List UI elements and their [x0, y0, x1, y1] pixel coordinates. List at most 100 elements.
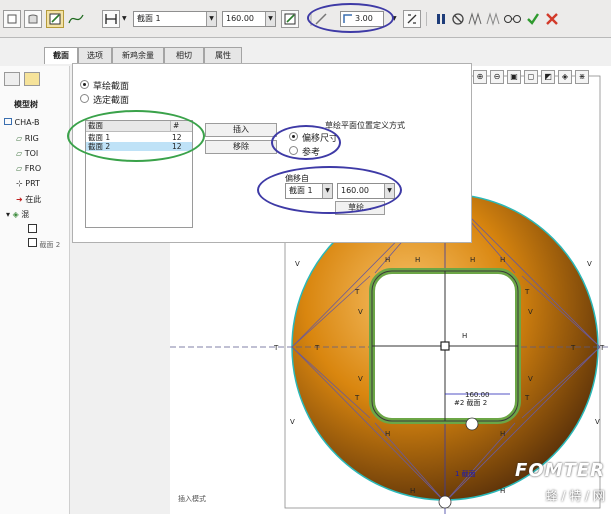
radio-selected-section[interactable] — [80, 94, 89, 103]
tree-item-label: PRT — [25, 179, 40, 188]
section-panel: 草绘截面 选定截面 截面 # 截面 1 12 截面 2 12 插入 移除 草绘平… — [67, 63, 472, 243]
sketch-icon[interactable] — [46, 10, 64, 28]
constraint-h-label: H — [415, 256, 420, 264]
tree-item-label: 截面 2 — [39, 241, 61, 249]
section-label-2: 1 截面 — [455, 469, 476, 478]
datum-display-icon[interactable]: ⋇ — [575, 70, 589, 84]
tree-item-sketch-2[interactable]: 截面 2 — [28, 238, 60, 250]
constraint-h-label: H — [500, 487, 505, 495]
tree-item-root[interactable]: CHA-B — [4, 118, 40, 127]
model-tree-panel: 模型树 CHA-B ▱ RIG ▱ TOI ▱ FRO ⊹ PRT ➜ 在此 ▾… — [0, 66, 70, 514]
constraint-t-label: T — [524, 394, 530, 402]
watermark-brand: FOMTER — [515, 460, 605, 481]
tree-item-front[interactable]: ▱ FRO — [16, 164, 41, 173]
layer-icon[interactable] — [24, 72, 40, 86]
radio-sketched-label: 草绘截面 — [93, 82, 130, 92]
zoom-in-icon[interactable]: ⊕ — [473, 70, 487, 84]
constraint-h-label: H — [385, 256, 390, 264]
verify-icon[interactable] — [484, 10, 502, 28]
repaint-icon[interactable]: ◻ — [524, 70, 538, 84]
saved-views-icon[interactable]: ◩ — [541, 70, 555, 84]
constraint-v-label: V — [295, 260, 300, 268]
constraint-v-label: V — [587, 260, 592, 268]
curve-icon[interactable] — [67, 10, 85, 28]
display-style-icon[interactable]: ◈ — [558, 70, 572, 84]
view-toolbar: ⊕ ⊖ ▣ ◻ ◩ ◈ ⋇ — [473, 70, 589, 84]
radio-selected-label: 选定截面 — [93, 96, 130, 106]
no-icon[interactable] — [449, 10, 467, 28]
constraint-h-label: H — [470, 256, 475, 264]
chevron-down-icon[interactable]: ▼ — [265, 12, 275, 26]
tab-tangency[interactable]: 相切 — [164, 47, 204, 63]
chevron-down-icon[interactable]: ▼ — [122, 15, 127, 22]
constraint-t-label: T — [354, 394, 360, 402]
drag-handle — [438, 495, 452, 509]
solid-icon[interactable] — [3, 10, 21, 28]
constraint-v-label: V — [595, 418, 600, 426]
tree-settings-icon[interactable] — [4, 72, 20, 86]
tree-item-prt-csys[interactable]: ⊹ PRT — [16, 179, 40, 188]
constraint-t-label: T — [273, 344, 279, 352]
close-icon[interactable] — [543, 10, 561, 28]
refit-icon[interactable]: ▣ — [507, 70, 521, 84]
constraint-v-label: V — [528, 308, 533, 316]
tree-item-blend[interactable]: ▾ ◈ 混 — [6, 209, 29, 220]
highlight-ellipse — [307, 3, 394, 33]
plane-method-title: 草绘平面位置定义方式 — [325, 121, 405, 130]
drag-handle — [465, 417, 479, 431]
tab-properties[interactable]: 属性 — [204, 47, 242, 63]
model-tree-title: 模型树 — [14, 100, 38, 109]
constraint-h-label: H — [410, 487, 415, 495]
tree-item-right[interactable]: ▱ RIG — [16, 134, 39, 143]
surface-icon[interactable] — [24, 10, 42, 28]
constraint-t-label: T — [599, 344, 605, 352]
constraint-v-label: V — [358, 308, 363, 316]
constraint-v-label: V — [358, 375, 363, 383]
center-point-marker — [440, 341, 450, 351]
constraint-v-label: V — [528, 375, 533, 383]
highlight-ellipse-table — [67, 110, 205, 162]
constraint-h-label: H — [500, 256, 505, 264]
constraint-h-label: H — [385, 430, 390, 438]
edit-sketch-icon[interactable] — [281, 10, 299, 28]
constraint-t-label: T — [570, 344, 576, 352]
check-icon[interactable] — [524, 10, 542, 28]
section-select[interactable]: 截面 1 ▼ — [133, 11, 217, 27]
section-label: #2 截面 2 — [454, 398, 487, 407]
tree-item-label: 混 — [21, 210, 30, 219]
value-combo[interactable]: 160.00 ▼ — [222, 11, 276, 27]
tree-item-label: CHA-B — [14, 118, 40, 127]
tab-allowance[interactable]: 新鸡余量 — [112, 47, 164, 63]
flip-icon[interactable] — [403, 10, 421, 28]
preview-icon[interactable] — [466, 10, 484, 28]
constraint-h-label: H — [500, 430, 505, 438]
watermark: FOMTER 蜂 / 特 / 网 — [515, 460, 605, 504]
tree-item-label: FRO — [24, 164, 42, 173]
highlight-ellipse-radio — [271, 125, 341, 160]
constraint-h-label: H — [462, 332, 467, 340]
tree-item-sketch-1[interactable] — [28, 224, 37, 235]
tree-item-label: TOI — [24, 149, 39, 158]
dimension-label: 160.00 — [465, 391, 490, 399]
remove-button[interactable]: 移除 — [205, 140, 277, 154]
chevron-down-icon[interactable]: ▼ — [206, 12, 216, 26]
tree-item-label: 在此 — [25, 195, 42, 204]
pause-icon[interactable] — [432, 10, 450, 28]
constraint-t-label: T — [314, 344, 320, 352]
zoom-out-icon[interactable]: ⊖ — [490, 70, 504, 84]
tree-item-label: RIG — [24, 134, 39, 143]
radio-sketched-section[interactable] — [80, 80, 89, 89]
section-select-value: 截面 1 — [137, 14, 161, 23]
tree-item-insert-here[interactable]: ➜ 在此 — [16, 194, 41, 205]
dashboard-toolbar: ▼ 截面 1 ▼ 160.00 ▼ 3.00 ▼ — [0, 0, 611, 38]
value-combo-value: 160.00 — [226, 14, 254, 23]
dimension-icon[interactable] — [102, 10, 120, 28]
constraint-t-label: T — [354, 288, 360, 296]
separator — [426, 12, 427, 26]
tree-item-top[interactable]: ▱ TOI — [16, 149, 38, 158]
tab-options[interactable]: 选项 — [78, 47, 112, 63]
tab-section[interactable]: 截面 — [44, 47, 78, 64]
insert-button[interactable]: 插入 — [205, 123, 277, 137]
glasses-icon[interactable] — [503, 10, 523, 28]
watermark-chinese: 蜂 / 特 / 网 — [545, 489, 605, 503]
